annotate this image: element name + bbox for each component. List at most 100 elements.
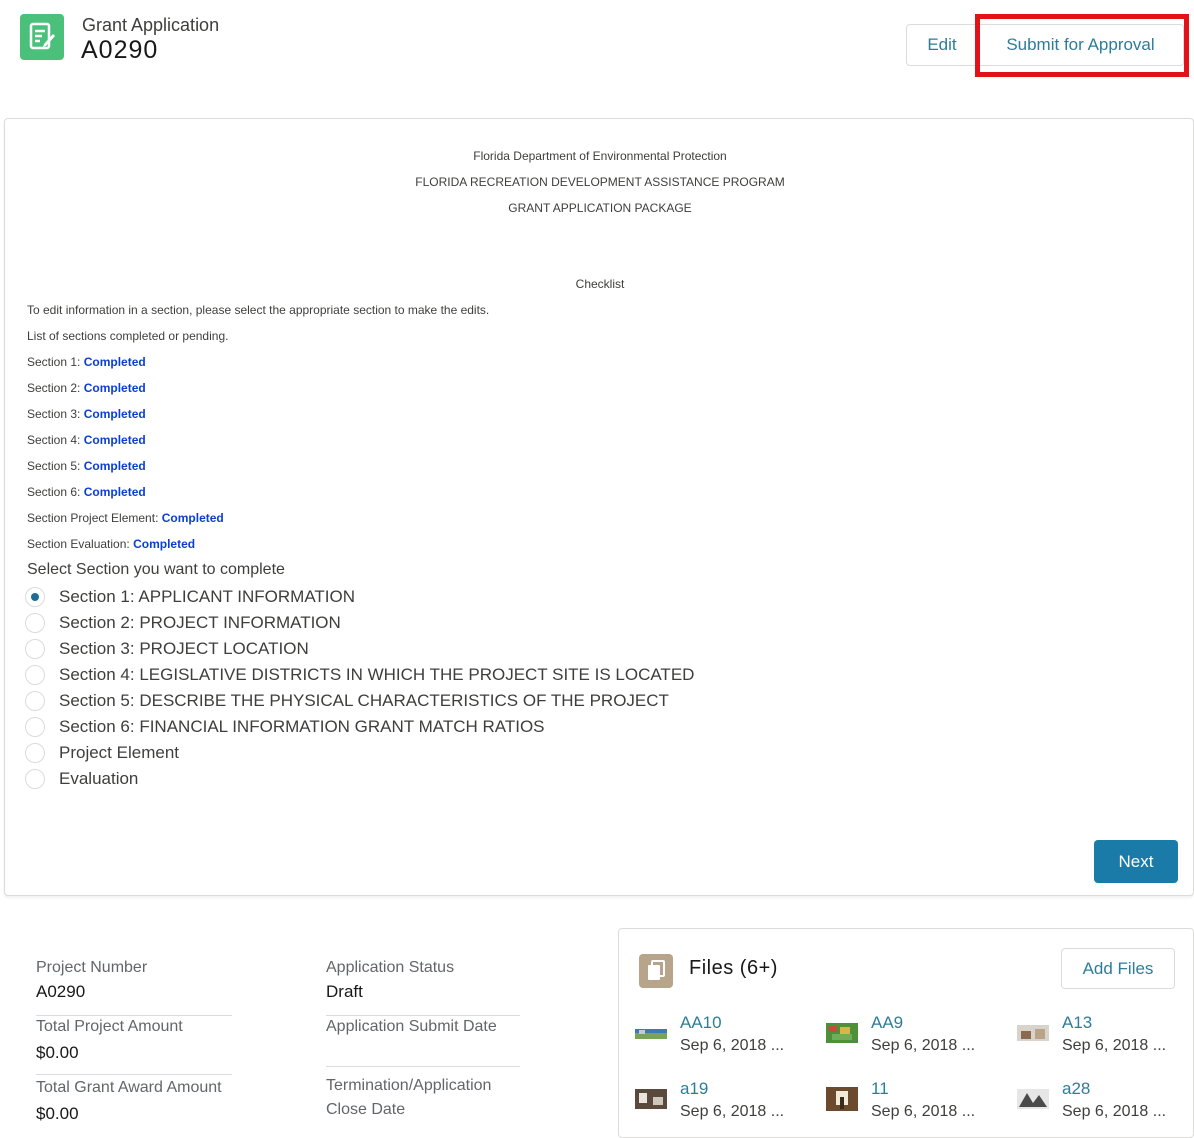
radio-option-label: Section 4: LEGISLATIVE DISTRICTS IN WHIC…	[59, 665, 695, 684]
image-thumbnail-icon	[635, 1021, 667, 1045]
file-name-link[interactable]: a19	[680, 1079, 708, 1099]
application-checklist-card: Florida Department of Environmental Prot…	[4, 118, 1194, 896]
image-thumbnail-icon	[1017, 1021, 1049, 1045]
section-status-label: Section 3:	[27, 407, 81, 421]
file-item[interactable]: a19 Sep 6, 2018 ...	[635, 1079, 815, 1129]
radio-option-label: Section 2: PROJECT INFORMATION	[59, 613, 341, 632]
header-button-group: Edit Submit for Approval	[906, 24, 1184, 66]
section-radio-option[interactable]: Section 4: LEGISLATIVE DISTRICTS IN WHIC…	[25, 663, 694, 687]
section-status-label: Section 1:	[27, 355, 81, 369]
radio-button[interactable]	[25, 743, 45, 763]
section-status-row: Section 4: Completed	[27, 433, 146, 447]
edit-instruction: To edit information in a section, please…	[27, 303, 490, 317]
section-status-row: Section 2: Completed	[27, 381, 146, 395]
section-status-value: Completed	[83, 485, 146, 499]
radio-button[interactable]	[25, 769, 45, 789]
record-type-label: Grant Application	[82, 15, 220, 35]
list-intro: List of sections completed or pending.	[27, 329, 229, 343]
section-status-label: Section 6:	[27, 485, 81, 499]
files-card: Files (6+) Add Files AA10 Sep 6, 2018 ..…	[618, 928, 1194, 1138]
file-date: Sep 6, 2018 ...	[871, 1103, 976, 1120]
section-status-row: Section 5: Completed	[27, 459, 146, 473]
radio-option-label: Section 3: PROJECT LOCATION	[59, 639, 309, 658]
section-status-label: Section 5:	[27, 459, 81, 473]
application-status-field: Application Status Draft	[326, 958, 520, 1016]
file-icon	[639, 954, 673, 988]
file-date: Sep 6, 2018 ...	[871, 1037, 976, 1054]
section-status-label: Section Evaluation:	[27, 537, 130, 551]
field-value: $0.00	[36, 1104, 79, 1123]
section-radio-option[interactable]: Project Element	[25, 741, 179, 765]
field-label: Application Submit Date	[326, 1018, 497, 1035]
image-thumbnail-icon	[826, 1021, 858, 1045]
section-status-row: Section 3: Completed	[27, 407, 146, 421]
section-status-label: Section Project Element:	[27, 511, 159, 525]
form-icon	[20, 14, 64, 60]
checklist-title: Checklist	[575, 277, 625, 291]
edit-button[interactable]: Edit	[906, 24, 978, 66]
file-date: Sep 6, 2018 ...	[1062, 1103, 1167, 1120]
field-label: Application Status	[326, 959, 455, 976]
field-value: Draft	[326, 982, 363, 1001]
file-item[interactable]: a28 Sep 6, 2018 ...	[1017, 1079, 1194, 1129]
file-name-link[interactable]: AA10	[680, 1013, 722, 1033]
radio-option-label: Section 1: APPLICANT INFORMATION	[59, 587, 356, 606]
package-heading: GRANT APPLICATION PACKAGE	[508, 201, 692, 215]
record-header: Grant Application A0290 Edit Submit for …	[0, 0, 1194, 100]
file-item[interactable]: A13 Sep 6, 2018 ...	[1017, 1013, 1194, 1063]
file-item[interactable]: 11 Sep 6, 2018 ...	[826, 1079, 1006, 1129]
section-radio-option[interactable]: Evaluation	[25, 767, 138, 791]
radio-button[interactable]	[25, 613, 45, 633]
file-item[interactable]: AA9 Sep 6, 2018 ...	[826, 1013, 1006, 1063]
section-radio-option[interactable]: Section 1: APPLICANT INFORMATION	[25, 585, 355, 609]
section-status-label: Section 2:	[27, 381, 81, 395]
file-date: Sep 6, 2018 ...	[1062, 1037, 1167, 1054]
section-status-label: Section 4:	[27, 433, 81, 447]
radio-option-label: Section 6: FINANCIAL INFORMATION GRANT M…	[59, 717, 545, 736]
radio-option-label: Project Element	[59, 743, 179, 762]
program-heading: FLORIDA RECREATION DEVELOPMENT ASSISTANC…	[415, 175, 785, 189]
radio-button[interactable]	[25, 665, 45, 685]
file-date: Sep 6, 2018 ...	[680, 1103, 785, 1120]
section-status-value: Completed	[83, 355, 146, 369]
field-value: $0.00	[36, 1043, 79, 1062]
section-status-row: Section Project Element: Completed	[27, 511, 224, 525]
radio-button[interactable]	[25, 691, 45, 711]
image-thumbnail-icon	[826, 1087, 858, 1111]
field-label: Total Project Amount	[36, 1018, 183, 1035]
application-submit-date-field: Application Submit Date	[326, 1017, 520, 1067]
radio-option-label: Section 5: DESCRIBE THE PHYSICAL CHARACT…	[59, 691, 669, 710]
section-radio-option[interactable]: Section 2: PROJECT INFORMATION	[25, 611, 341, 635]
radio-option-label: Evaluation	[59, 769, 139, 788]
section-radio-option[interactable]: Section 6: FINANCIAL INFORMATION GRANT M…	[25, 715, 545, 739]
radio-button[interactable]	[25, 639, 45, 659]
file-name-link[interactable]: AA9	[871, 1013, 903, 1033]
file-name-link[interactable]: 11	[871, 1079, 889, 1099]
radio-button[interactable]	[25, 717, 45, 737]
files-title: Files (6+)	[689, 957, 778, 979]
file-name-link[interactable]: a28	[1062, 1079, 1090, 1099]
image-thumbnail-icon	[1017, 1087, 1049, 1111]
section-status-value: Completed	[83, 433, 146, 447]
submit-for-approval-button[interactable]: Submit for Approval	[978, 24, 1184, 66]
field-label: Termination/Application	[326, 1077, 492, 1094]
section-status-row: Section Evaluation: Completed	[27, 537, 195, 551]
file-item[interactable]: AA10 Sep 6, 2018 ...	[635, 1013, 815, 1063]
section-status-row: Section 1: Completed	[27, 355, 146, 369]
record-name: A0290	[81, 36, 159, 64]
field-label: Close Date	[326, 1101, 406, 1118]
select-section-label: Select Section you want to complete	[27, 561, 285, 578]
project-number-field: Project Number A0290	[36, 958, 232, 1016]
image-thumbnail-icon	[635, 1087, 667, 1111]
add-files-button[interactable]: Add Files	[1061, 948, 1175, 989]
next-button[interactable]: Next	[1094, 840, 1178, 883]
file-date: Sep 6, 2018 ...	[680, 1037, 785, 1054]
radio-button-checked[interactable]	[25, 587, 45, 607]
section-radio-option[interactable]: Section 3: PROJECT LOCATION	[25, 637, 309, 661]
section-status-value: Completed	[83, 381, 146, 395]
file-name-link[interactable]: A13	[1062, 1013, 1092, 1033]
total-grant-award-field: Total Grant Award Amount $0.00	[36, 1078, 232, 1130]
field-value: A0290	[36, 982, 86, 1001]
total-project-amount-field: Total Project Amount $0.00	[36, 1017, 232, 1075]
section-radio-option[interactable]: Section 5: DESCRIBE THE PHYSICAL CHARACT…	[25, 689, 669, 713]
